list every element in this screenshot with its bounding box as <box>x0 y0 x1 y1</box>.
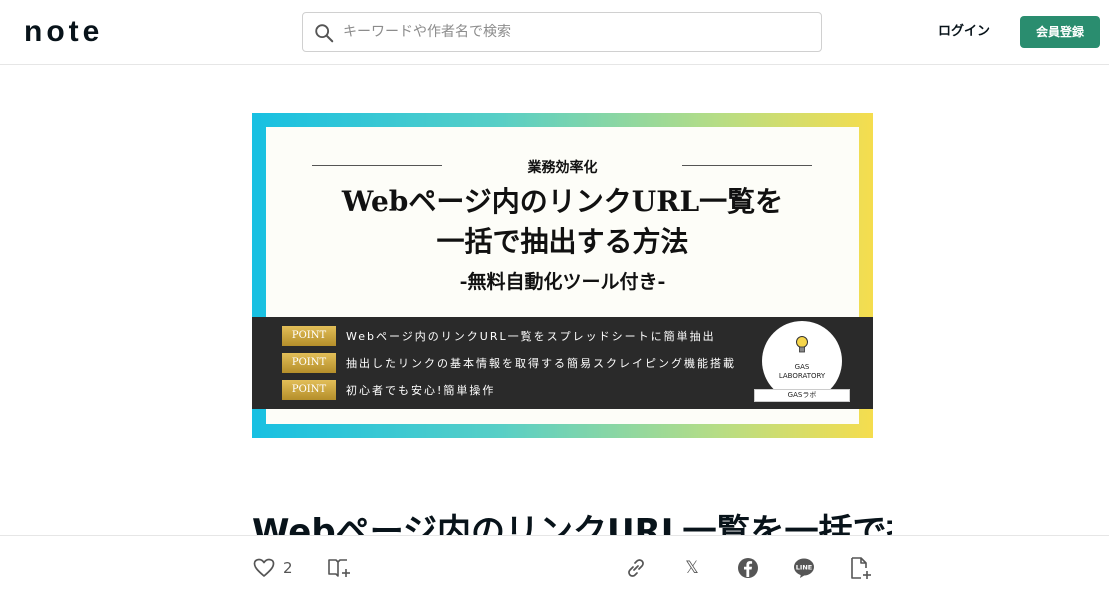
point-row: POINT Webページ内のリンクURL一覧をスプレッドシートに簡単抽出 <box>282 325 716 347</box>
point-badge: POINT <box>282 353 336 373</box>
gas-lab-tag: GASラボ <box>754 389 850 402</box>
article-action-bar: 2 𝕏 LINE <box>0 535 1109 600</box>
embed-add-icon[interactable] <box>848 556 872 580</box>
gas-lab-label-line1: GAS <box>794 363 810 371</box>
point-text: Webページ内のリンクURL一覧をスプレッドシートに簡単抽出 <box>346 330 716 343</box>
gas-lab-label-line2: LABORATORY <box>778 372 826 380</box>
point-badge: POINT <box>282 326 336 346</box>
lightbulb-icon <box>796 336 808 353</box>
point-row: POINT 初心者でも安心!簡単操作 <box>282 379 495 401</box>
note-logo[interactable]: note <box>24 17 103 47</box>
thumbnail-subtitle: -無料自動化ツール付き- <box>459 271 666 293</box>
point-text: 初心者でも安心!簡単操作 <box>346 384 496 397</box>
facebook-share-icon[interactable] <box>736 556 760 580</box>
search-input[interactable] <box>343 13 813 51</box>
heart-icon[interactable] <box>252 556 276 580</box>
like-count: 2 <box>283 559 293 577</box>
point-row: POINT 抽出したリンクの基本情報を取得する簡易スクレイピング機能搭載 <box>282 352 736 374</box>
search-icon <box>315 24 334 43</box>
link-copy-icon[interactable] <box>624 556 648 580</box>
point-text: 抽出したリンクの基本情報を取得する簡易スクレイピング機能搭載 <box>346 357 736 370</box>
point-badge: POINT <box>282 380 336 400</box>
svg-text:LINE: LINE <box>796 564 812 572</box>
line-share-icon[interactable]: LINE <box>792 556 816 580</box>
search-box[interactable] <box>302 12 822 52</box>
thumbnail-title-line2: 一括で抽出する方法 <box>436 225 689 258</box>
login-link[interactable]: ログイン <box>932 20 996 44</box>
gas-lab-label: GAS LABORATORY <box>762 363 842 381</box>
thumbnail-kicker: 業務効率化 <box>527 160 598 176</box>
x-share-icon[interactable]: 𝕏 <box>680 556 704 580</box>
thumbnail-title-line1: Webページ内のリンクURL一覧を <box>341 185 784 218</box>
magazine-add-icon[interactable] <box>327 556 351 580</box>
article-thumbnail: 業務効率化 Webページ内のリンクURL一覧を 一括で抽出する方法 -無料自動化… <box>252 113 873 438</box>
site-header: note ログイン 会員登録 <box>0 0 1109 65</box>
signup-button[interactable]: 会員登録 <box>1020 16 1100 48</box>
thumbnail-title: Webページ内のリンクURL一覧を 一括で抽出する方法 <box>266 182 859 262</box>
